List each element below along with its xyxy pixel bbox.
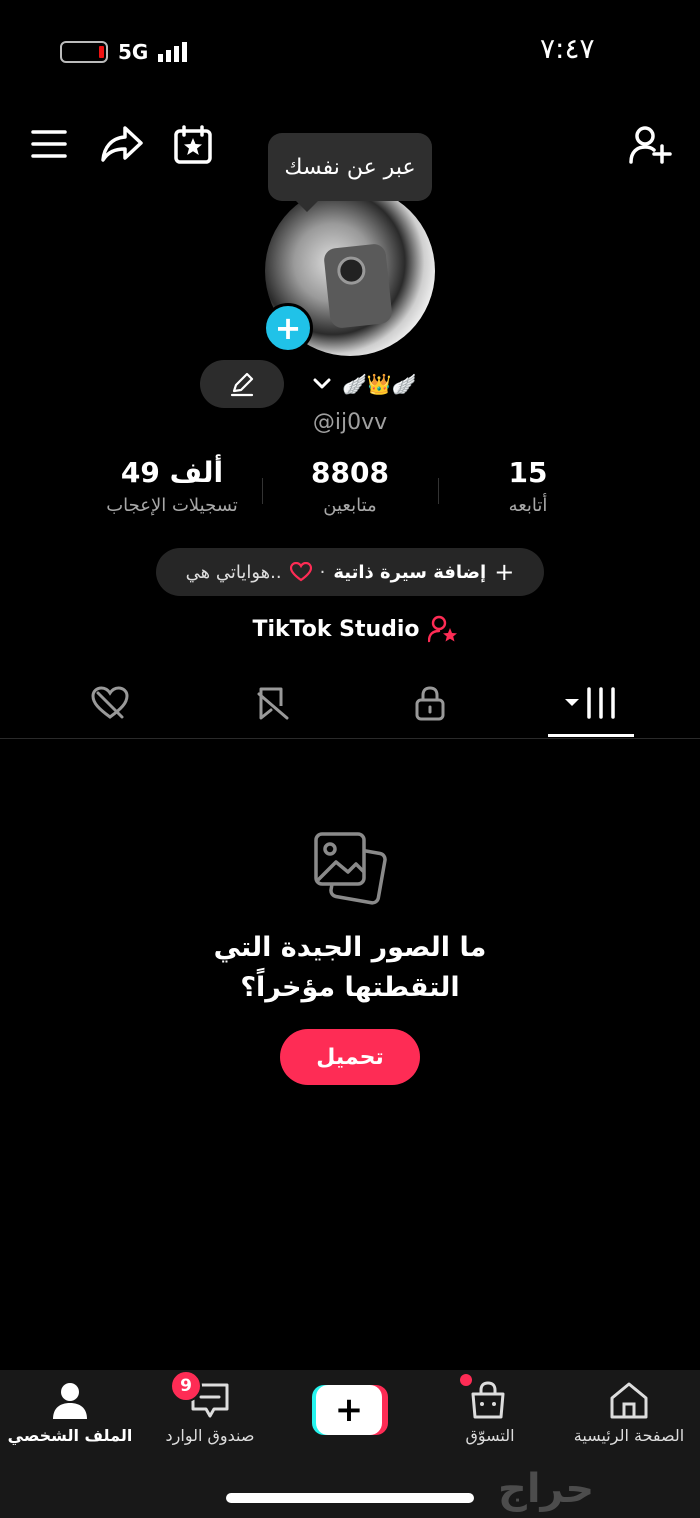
share-icon[interactable] xyxy=(100,124,144,164)
tiktok-studio-link[interactable]: TikTok Studio xyxy=(240,612,470,646)
plus-icon: + xyxy=(316,1385,382,1435)
studio-label: TikTok Studio xyxy=(252,616,420,642)
lock-icon xyxy=(415,686,445,721)
followers-count: 8808 xyxy=(311,456,389,489)
nav-shop[interactable]: التسوّق xyxy=(425,1374,555,1445)
calendar-star-icon[interactable] xyxy=(172,124,214,166)
bio-separator: · xyxy=(319,561,326,583)
nav-home[interactable]: الصفحة الرئيسية xyxy=(564,1380,694,1445)
battery-icon xyxy=(60,41,108,63)
signal-icon xyxy=(158,42,188,62)
shop-notification-dot xyxy=(460,1374,472,1386)
home-icon xyxy=(610,1382,648,1419)
upload-button[interactable]: تحميل xyxy=(280,1029,420,1085)
network-label: 5G xyxy=(118,40,149,64)
edit-profile-button[interactable] xyxy=(200,360,284,408)
active-tab-indicator xyxy=(548,734,634,737)
nav-inbox[interactable]: 9 صندوق الوارد xyxy=(145,1370,275,1445)
heart-icon xyxy=(289,562,312,582)
nav-inbox-label: صندوق الوارد xyxy=(165,1426,255,1445)
tab-private[interactable] xyxy=(380,672,480,734)
nav-shop-label: التسوّق xyxy=(465,1426,515,1445)
nav-profile-label: الملف الشخصي xyxy=(7,1426,133,1445)
add-friend-icon[interactable] xyxy=(628,124,672,166)
followers-stat[interactable]: 8808 متابعين xyxy=(250,456,450,516)
pencil-icon xyxy=(230,372,254,397)
empty-state-title: ما الصور الجيدة التي التقطتها مؤخراً؟ xyxy=(213,932,487,1003)
likes-count: 49 ألف xyxy=(120,456,224,489)
status-bar-left: 5G xyxy=(60,38,188,66)
home-indicator[interactable] xyxy=(226,1493,474,1503)
following-label: أتابعه xyxy=(508,495,548,516)
tooltip-tail xyxy=(295,200,319,212)
chevron-down-icon xyxy=(313,378,331,389)
nav-profile[interactable]: الملف الشخصي xyxy=(5,1380,135,1445)
avatar-add-button[interactable]: + xyxy=(263,303,313,353)
likes-stat[interactable]: 49 ألف تسجيلات الإعجاب xyxy=(72,456,272,516)
following-count: 15 xyxy=(508,456,548,489)
likes-label: تسجيلات الإعجاب xyxy=(106,495,238,516)
hobbies-text: هواياتي هي.. xyxy=(185,561,282,583)
tab-reposts[interactable] xyxy=(222,672,322,734)
liked-hidden-icon xyxy=(91,686,129,719)
shopping-bag-icon xyxy=(471,1381,505,1419)
display-name-row[interactable]: 🪽👑🪽 xyxy=(312,364,417,404)
plus-icon: + xyxy=(494,558,515,586)
add-bio-label: إضافة سيرة ذاتية xyxy=(333,561,487,583)
nav-home-label: الصفحة الرئيسية xyxy=(573,1426,685,1445)
profile-icon xyxy=(53,1383,87,1419)
following-stat[interactable]: 15 أتابعه xyxy=(428,456,628,516)
creator-star-icon xyxy=(427,615,457,643)
reposts-hidden-icon xyxy=(257,687,289,720)
grid-dropdown-icon xyxy=(565,687,615,719)
tab-liked[interactable] xyxy=(60,672,160,734)
inbox-badge: 9 xyxy=(170,1370,202,1402)
profile-tabs xyxy=(0,672,700,739)
add-bio-button[interactable]: هواياتي هي.. · إضافة سيرة ذاتية + xyxy=(156,548,544,596)
photos-icon xyxy=(312,830,388,908)
haraj-watermark: حراج xyxy=(498,1466,595,1512)
display-name: 🪽👑🪽 xyxy=(342,372,417,396)
tooltip-express-yourself[interactable]: عبر عن نفسك xyxy=(268,133,432,201)
tab-videos[interactable] xyxy=(541,672,641,734)
username: @ij0vv xyxy=(312,410,388,435)
create-button[interactable]: + xyxy=(312,1385,388,1435)
menu-icon[interactable] xyxy=(30,128,68,160)
followers-label: متابعين xyxy=(323,495,377,516)
status-time: ٧:٤٧ xyxy=(540,32,595,65)
